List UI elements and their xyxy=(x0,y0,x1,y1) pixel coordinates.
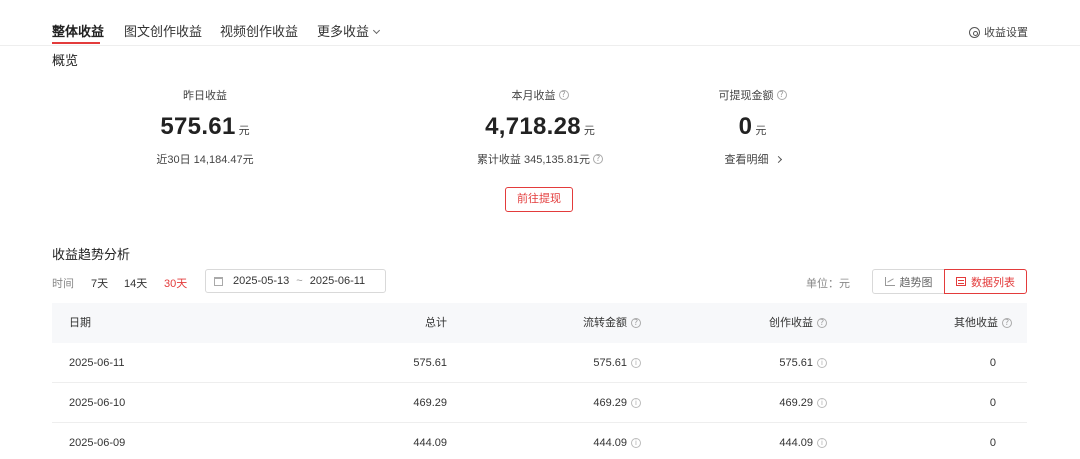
table-header: 日期 总计 流转金额? 创作收益? 其他收益? xyxy=(52,303,1027,343)
line-chart-icon xyxy=(884,277,895,286)
cell-creation: 575.61 xyxy=(779,357,813,369)
cell-flow: 469.29 xyxy=(593,397,627,409)
gear-icon xyxy=(969,26,980,38)
cell-total: 444.09 xyxy=(413,437,447,449)
data-list-label: 数据列表 xyxy=(971,276,1015,289)
cell-date: 2025-06-09 xyxy=(69,437,126,449)
date-separator: ~ xyxy=(296,275,303,287)
header-date: 日期 xyxy=(69,317,91,329)
range-30d[interactable]: 30天 xyxy=(164,275,187,291)
info-icon[interactable]: i xyxy=(817,398,827,408)
chevron-down-icon xyxy=(372,26,381,35)
income-settings-button[interactable]: 收益设置 xyxy=(969,24,1028,40)
header-flow: 流转金额 xyxy=(583,317,627,329)
stat-yesterday: 昨日收益 575.61 元 近30日 14,184.47元 xyxy=(130,87,280,167)
question-icon[interactable]: ? xyxy=(631,318,641,328)
tab-more-income-label: 更多收益 xyxy=(317,24,370,39)
stat-month-sub: 累计收益 345,135.81元 xyxy=(476,154,591,166)
stat-yesterday-label: 昨日收益 xyxy=(183,90,227,102)
table-row: 2025-06-10 469.29 469.29 i 469.29 i 0 xyxy=(52,383,1027,423)
stat-month-label: 本月收益 xyxy=(511,90,556,102)
cell-total: 469.29 xyxy=(413,397,447,409)
cell-date: 2025-06-11 xyxy=(69,357,125,369)
table-row: 2025-06-11 575.61 575.61 i 575.61 i 0 xyxy=(52,343,1027,383)
income-table: 日期 总计 流转金额? 创作收益? 其他收益? 2025-06-11 575.6… xyxy=(52,303,1027,459)
table-row: 2025-06-09 444.09 444.09 i 444.09 i 0 xyxy=(52,423,1027,459)
question-icon[interactable]: ? xyxy=(817,318,827,328)
stat-yesterday-sub: 近30日 14,184.47元 xyxy=(156,154,254,166)
cell-flow: 444.09 xyxy=(593,437,627,449)
cell-date: 2025-06-10 xyxy=(69,397,126,409)
tab-article-income[interactable]: 图文创作收益 xyxy=(124,21,202,40)
time-label: 时间 xyxy=(52,278,74,290)
cell-creation: 469.29 xyxy=(779,397,813,409)
stat-withdrawable-value: 0 xyxy=(738,113,753,140)
stat-withdrawable-unit: 元 xyxy=(755,125,767,137)
header-creation: 创作收益 xyxy=(769,317,813,329)
cell-other: 0 xyxy=(989,437,996,449)
filter-row: 时间 7天 14天 30天 2025-05-13 ~ 2025-06-11 单位… xyxy=(0,268,1080,294)
stat-yesterday-value: 575.61 xyxy=(160,113,236,140)
stat-month-unit: 元 xyxy=(583,125,595,137)
date-start: 2025-05-13 xyxy=(233,275,290,287)
date-end: 2025-06-11 xyxy=(309,275,366,287)
question-icon[interactable]: ? xyxy=(558,90,569,100)
view-details-label: 查看明细 xyxy=(724,154,769,166)
withdraw-button[interactable]: 前往提现 xyxy=(505,187,573,212)
stat-month-value: 4,718.28 xyxy=(485,113,581,140)
range-14d[interactable]: 14天 xyxy=(124,275,147,291)
trend-title: 收益趋势分析 xyxy=(52,247,131,262)
stat-month: 本月收益? 4,718.28 元 累计收益 345,135.81元? xyxy=(465,87,615,167)
trend-chart-label: 趋势图 xyxy=(899,276,933,289)
cell-other: 0 xyxy=(989,357,996,369)
top-tab-bar: 整体收益 图文创作收益 视频创作收益 更多收益 收益设置 xyxy=(0,0,1080,46)
info-icon[interactable]: i xyxy=(631,398,641,408)
info-icon[interactable]: i xyxy=(631,438,641,448)
header-other: 其他收益 xyxy=(954,317,998,329)
stat-withdrawable-label: 可提现金额 xyxy=(718,90,774,102)
info-icon[interactable]: i xyxy=(817,358,827,368)
info-icon[interactable]: i xyxy=(817,438,827,448)
date-range-picker[interactable]: 2025-05-13 ~ 2025-06-11 xyxy=(205,269,386,293)
question-icon[interactable]: ? xyxy=(1002,318,1012,328)
stat-withdrawable: 可提现金额? 0 元 查看明细 xyxy=(680,87,825,167)
trend-chart-button[interactable]: 趋势图 xyxy=(872,269,945,294)
overview-title: 概览 xyxy=(52,53,79,68)
info-icon[interactable]: i xyxy=(631,358,641,368)
view-details-link[interactable]: 查看明细 xyxy=(724,151,782,167)
active-tab-indicator xyxy=(52,42,100,44)
data-list-button[interactable]: 数据列表 xyxy=(944,269,1027,294)
header-total: 总计 xyxy=(425,317,447,329)
unit-label: 单位：元 xyxy=(806,278,850,290)
tab-video-income[interactable]: 视频创作收益 xyxy=(220,21,298,40)
income-settings-label: 收益设置 xyxy=(984,27,1028,39)
question-icon[interactable]: ? xyxy=(593,154,604,164)
tab-more-income[interactable]: 更多收益 xyxy=(317,21,381,40)
cell-creation: 444.09 xyxy=(779,437,813,449)
cell-flow: 575.61 xyxy=(593,357,627,369)
cell-other: 0 xyxy=(989,397,996,409)
cell-total: 575.61 xyxy=(413,357,447,369)
calendar-icon xyxy=(214,276,223,286)
range-7d[interactable]: 7天 xyxy=(91,275,108,291)
question-icon[interactable]: ? xyxy=(776,90,787,100)
table-icon xyxy=(956,277,966,286)
tab-overall-income[interactable]: 整体收益 xyxy=(52,21,104,40)
chevron-right-icon xyxy=(774,155,782,163)
stat-yesterday-unit: 元 xyxy=(238,125,250,137)
